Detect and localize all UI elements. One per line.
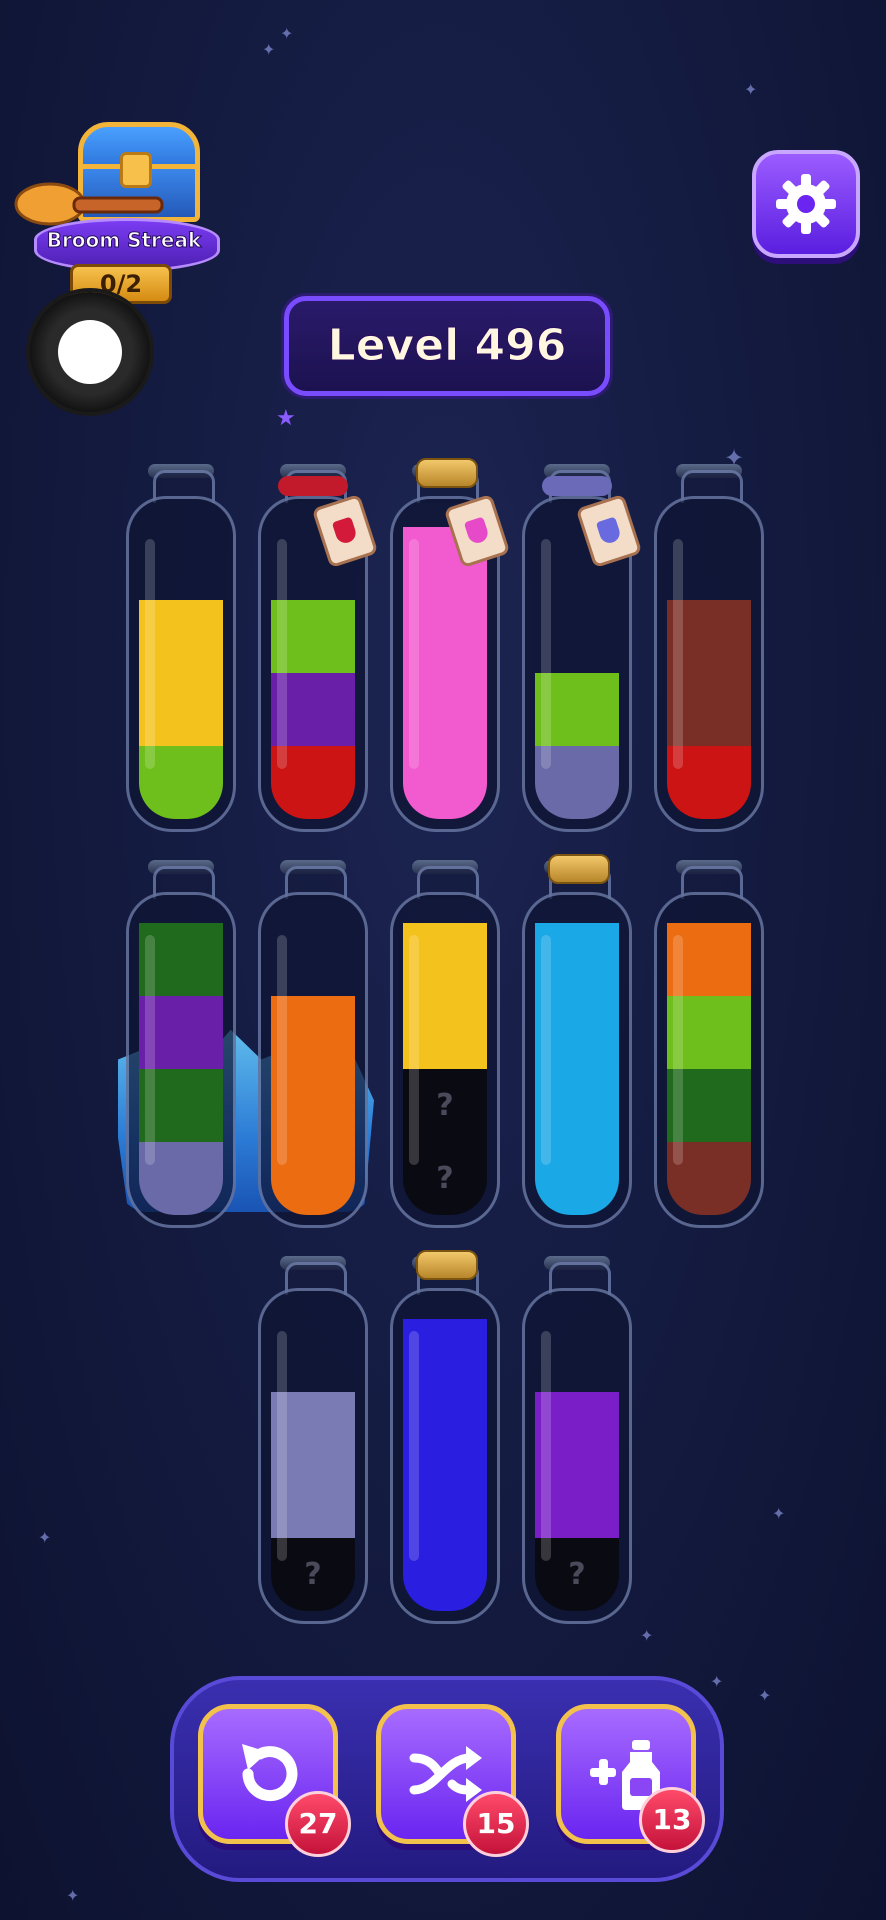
cork-icon <box>416 458 478 488</box>
record-button[interactable] <box>30 292 150 412</box>
shuffle-count-badge: 15 <box>463 1791 529 1857</box>
level-label: Level 496 <box>284 296 610 396</box>
ribbon-icon <box>542 476 612 496</box>
tube-6[interactable] <box>126 860 236 1228</box>
broom-streak-widget[interactable]: Broom Streak 0/2 <box>14 118 220 304</box>
settings-button[interactable] <box>752 150 860 258</box>
tube-11[interactable]: ? <box>258 1256 368 1624</box>
star-decoration: ✦ <box>772 1504 786 1523</box>
undo-count-badge: 27 <box>285 1791 351 1857</box>
star-decoration: ✦ <box>758 1686 772 1705</box>
ribbon-icon <box>278 476 348 496</box>
tube-2[interactable] <box>258 464 379 832</box>
undo-button[interactable]: 27 <box>198 1704 351 1857</box>
tube-10[interactable] <box>654 860 764 1228</box>
star-decoration: ✦ <box>66 1886 80 1905</box>
tube-8[interactable]: ?? <box>390 860 500 1228</box>
star-decoration: ✦ <box>710 1672 724 1691</box>
tube-1[interactable] <box>126 464 236 832</box>
cork-icon <box>548 854 610 884</box>
star-decoration: ★ <box>276 406 296 431</box>
shuffle-button[interactable]: 15 <box>376 1704 529 1857</box>
star-decoration: ✦ <box>262 40 276 59</box>
star-decoration: ✦ <box>640 1626 654 1645</box>
add-tube-button[interactable]: 13 <box>556 1704 705 1853</box>
tube-9[interactable] <box>522 854 632 1228</box>
tube-3[interactable] <box>390 458 511 832</box>
tube-4[interactable] <box>522 464 643 832</box>
broom-streak-label: Broom Streak <box>46 228 202 253</box>
tube-5[interactable] <box>654 464 764 832</box>
cork-icon <box>416 1250 478 1280</box>
star-decoration: ✦ <box>38 1528 52 1547</box>
star-decoration: ✦ <box>744 80 758 99</box>
gear-icon <box>776 174 836 234</box>
tube-13[interactable]: ? <box>522 1256 632 1624</box>
star-decoration: ✦ <box>280 24 294 43</box>
tube-12[interactable] <box>390 1250 500 1624</box>
add-tube-count-badge: 13 <box>639 1787 705 1853</box>
tube-7[interactable] <box>258 860 368 1228</box>
